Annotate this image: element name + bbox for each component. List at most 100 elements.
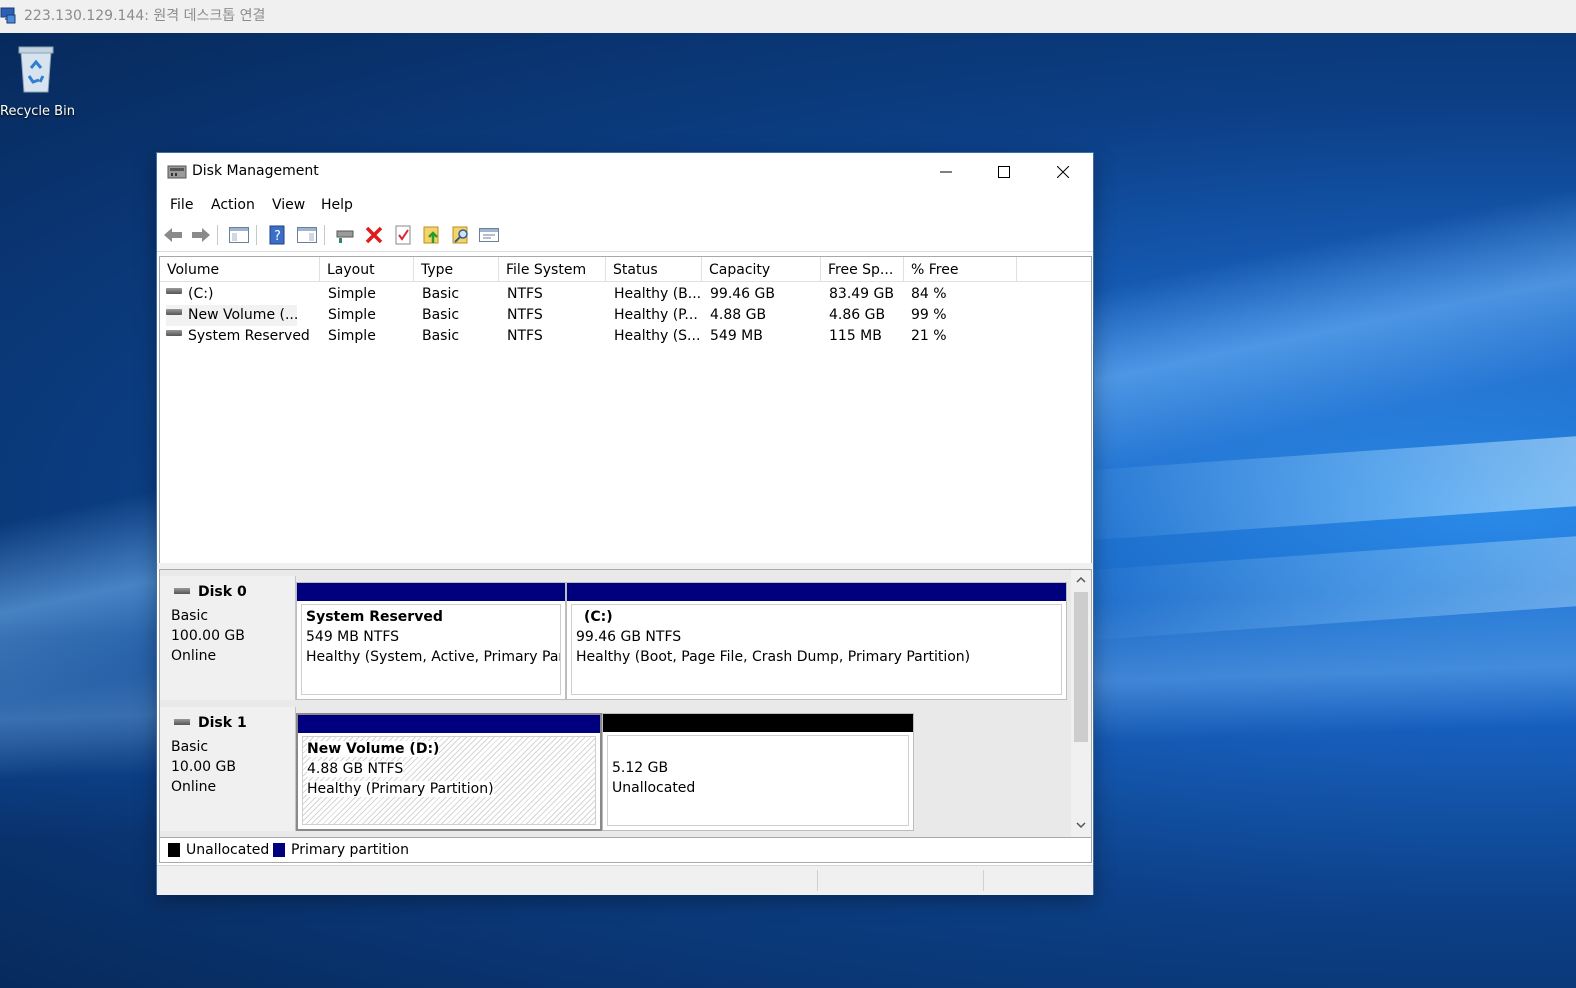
delete-button[interactable] <box>363 224 385 246</box>
connect-virtual-disk-button[interactable] <box>334 224 356 246</box>
close-button[interactable] <box>1034 153 1092 191</box>
column-header-file-system[interactable]: File System <box>499 257 606 281</box>
layout-cell: Simple <box>328 307 376 323</box>
volume-row[interactable]: System Reserved Simple Basic NTFS Health… <box>160 326 1091 347</box>
volume-cell: System Reserved <box>166 326 316 347</box>
menu-file[interactable]: File <box>170 197 193 213</box>
disk-name: Disk 0 <box>198 584 247 600</box>
check-icon <box>395 225 411 245</box>
legend-primary-label: Primary partition <box>291 842 409 858</box>
properties-search-button[interactable] <box>450 224 472 246</box>
legend-primary-swatch <box>273 843 285 857</box>
partition-title: System Reserved <box>306 609 443 625</box>
capacity-cell: 99.46 GB <box>710 286 775 302</box>
partition-c[interactable]: (C:) 99.46 GB NTFS Healthy (Boot, Page F… <box>566 582 1067 700</box>
minimize-icon <box>940 171 952 173</box>
wallpaper-beam <box>1056 433 1576 543</box>
properties-search-icon <box>452 226 468 244</box>
close-icon <box>1057 166 1069 178</box>
column-header-free-space[interactable]: Free Sp... <box>821 257 904 281</box>
volume-cell: (C:) <box>166 284 316 305</box>
status-cell: Healthy (P... <box>614 307 698 323</box>
legend-unallocated-label: Unallocated <box>186 842 270 858</box>
disk-0-label[interactable]: Disk 0 Basic 100.00 GB Online <box>160 576 296 700</box>
partition-status: Healthy (System, Active, Primary Partit <box>306 649 561 665</box>
disk-management-window[interactable]: Disk Management File Action View Help ? <box>157 153 1093 895</box>
disk-icon <box>174 588 190 594</box>
back-button[interactable] <box>162 224 184 246</box>
file-system-cell: NTFS <box>507 328 543 344</box>
show-hide-console-tree-button[interactable] <box>228 224 250 246</box>
help-icon: ? <box>269 225 285 245</box>
volume-row[interactable]: (C:) Simple Basic NTFS Healthy (B... 99.… <box>160 284 1091 305</box>
layout-cell: Simple <box>328 286 376 302</box>
file-system-cell: NTFS <box>507 307 543 323</box>
help-button[interactable]: ? <box>266 224 288 246</box>
column-header-layout[interactable]: Layout <box>320 257 414 281</box>
disk-1-label[interactable]: Disk 1 Basic 10.00 GB Online <box>160 707 296 831</box>
connect-virtual-disk-icon <box>336 230 354 243</box>
menu-view[interactable]: View <box>272 197 305 213</box>
column-header-type[interactable]: Type <box>414 257 499 281</box>
volume-list[interactable]: Volume Layout Type File System Status Ca… <box>159 256 1092 565</box>
partition-size: 99.46 GB NTFS <box>576 629 682 645</box>
capacity-cell: 4.88 GB <box>710 307 767 323</box>
toolbar: ? <box>157 219 1093 252</box>
column-header-status[interactable]: Status <box>606 257 702 281</box>
partition-size: 4.88 GB NTFS <box>307 761 404 777</box>
show-hide-action-pane-button[interactable] <box>296 224 318 246</box>
rdp-title: 223.130.129.144: 원격 데스크톱 연결 <box>24 8 266 24</box>
forward-icon <box>192 228 210 242</box>
disk-state: Online <box>171 779 217 795</box>
column-header-volume[interactable]: Volume <box>160 257 320 281</box>
partition-size: 5.12 GB <box>612 760 669 776</box>
volume-icon <box>166 309 182 315</box>
rescan-disks-button[interactable] <box>478 224 500 246</box>
legend-unallocated-swatch <box>168 843 180 857</box>
partition-unallocated[interactable]: 5.12 GB Unallocated <box>602 713 914 831</box>
menu-help[interactable]: Help <box>321 197 353 213</box>
maximize-button[interactable] <box>975 153 1033 191</box>
partition-status: Healthy (Primary Partition) <box>307 781 494 797</box>
partition-body: 5.12 GB Unallocated <box>607 735 909 826</box>
disk-graphical-view[interactable]: Disk 0 Basic 100.00 GB Online System Res… <box>159 569 1092 838</box>
column-header-capacity[interactable]: Capacity <box>702 257 821 281</box>
legend: Unallocated Primary partition <box>159 837 1092 863</box>
recycle-bin-label: Recycle Bin <box>0 104 75 119</box>
free-space-cell: 83.49 GB <box>829 286 894 302</box>
recycle-bin[interactable]: Recycle Bin <box>0 42 75 119</box>
volume-icon <box>166 288 182 294</box>
check-button[interactable] <box>392 224 414 246</box>
partition-primary-bar <box>298 715 600 733</box>
partition-system-reserved[interactable]: System Reserved 549 MB NTFS Healthy (Sys… <box>296 582 566 700</box>
volume-list-header: Volume Layout Type File System Status Ca… <box>160 257 1091 282</box>
column-header-percent-free[interactable]: % Free <box>904 257 1017 281</box>
back-icon <box>164 228 182 242</box>
volume-name: (C:) <box>188 286 214 302</box>
percent-free-cell: 21 % <box>911 328 947 344</box>
file-system-cell: NTFS <box>507 286 543 302</box>
forward-button[interactable] <box>190 224 212 246</box>
disk-size: 100.00 GB <box>171 628 245 644</box>
layout-cell: Simple <box>328 328 376 344</box>
volume-row[interactable]: New Volume (... Simple Basic NTFS Health… <box>160 305 1091 326</box>
toolbar-separator <box>217 225 218 245</box>
export-list-button[interactable] <box>421 224 443 246</box>
percent-free-cell: 99 % <box>911 307 947 323</box>
disk-management-app-icon <box>167 165 187 179</box>
scroll-down-icon[interactable] <box>1076 822 1086 829</box>
partition-d[interactable]: New Volume (D:) 4.88 GB NTFS Healthy (Pr… <box>296 713 602 831</box>
menu-action[interactable]: Action <box>211 197 255 213</box>
free-space-cell: 4.86 GB <box>829 307 886 323</box>
status-separator <box>983 870 984 891</box>
svg-text:?: ? <box>274 229 281 244</box>
scroll-up-icon[interactable] <box>1076 576 1086 583</box>
scrollbar-thumb[interactable] <box>1074 592 1088 742</box>
minimize-button[interactable] <box>917 153 975 191</box>
percent-free-cell: 84 % <box>911 286 947 302</box>
toolbar-separator <box>324 225 325 245</box>
disk-icon <box>174 719 190 725</box>
partition-body: System Reserved 549 MB NTFS Healthy (Sys… <box>301 604 561 695</box>
window-title-bar[interactable]: Disk Management <box>157 153 1093 191</box>
graphical-view-scrollbar[interactable] <box>1071 570 1091 837</box>
